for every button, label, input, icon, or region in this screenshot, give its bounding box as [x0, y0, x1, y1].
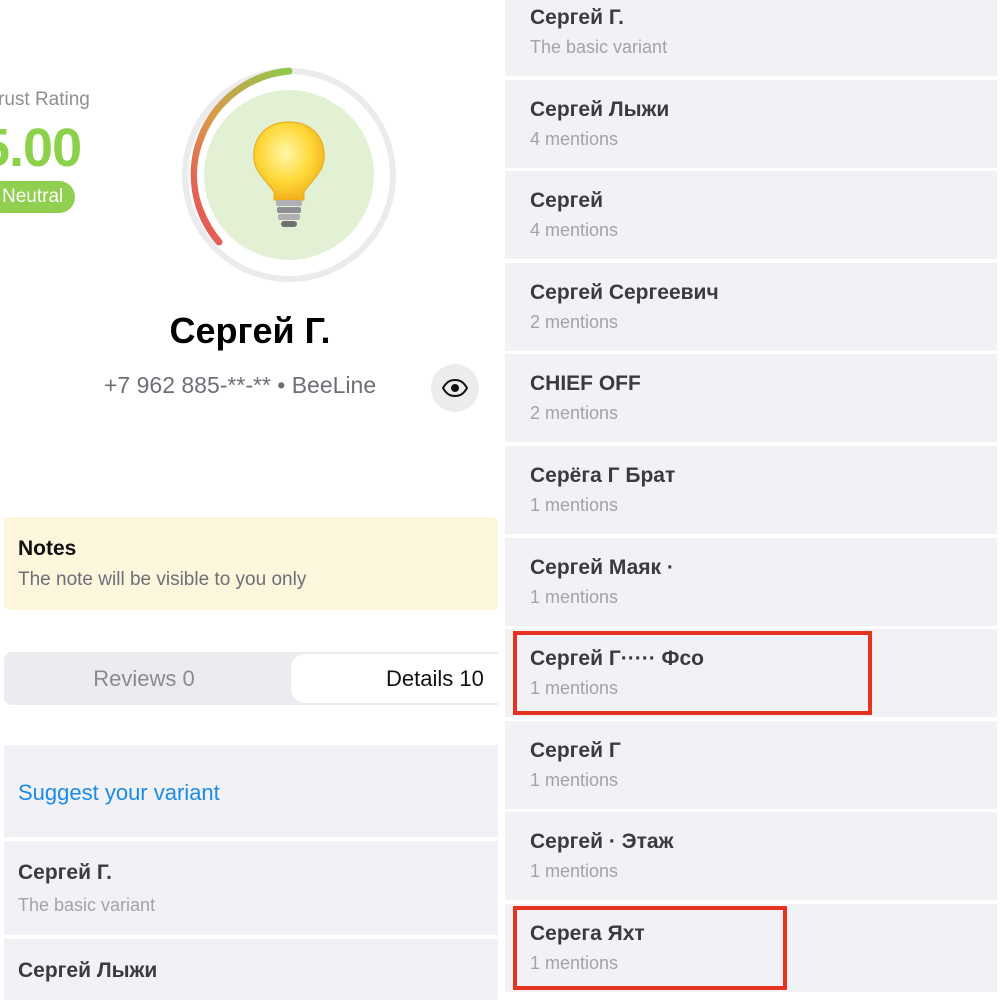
item-name: Серега Яхт [530, 922, 645, 945]
list-item[interactable]: Серёга Г Брат 1 mentions [505, 446, 997, 534]
item-name: Серёга Г Брат [530, 464, 676, 487]
status-badge: Neutral [0, 181, 76, 213]
phone-carrier: +7 962 885-**-** • BeeLine [104, 372, 377, 398]
notes-hint: The note will be visible to you only [18, 569, 307, 590]
item-subtitle: The basic variant [530, 37, 668, 57]
list-item[interactable]: Серега Яхт 1 mentions [505, 904, 997, 992]
tab-reviews[interactable]: Reviews 0 [4, 652, 284, 705]
item-name: Сергей Г····· Фсо [530, 647, 704, 670]
tab-details[interactable]: Details 10 [291, 654, 500, 703]
list-item[interactable]: Сергей Лыжи [4, 939, 498, 1000]
suggest-variant-row[interactable]: Suggest your variant [4, 745, 498, 837]
trust-rating-value: 5.00 [0, 118, 82, 178]
list-item[interactable]: Сергей Г. The basic variant [505, 0, 997, 76]
item-name: Сергей Сергеевич [530, 281, 719, 304]
item-name: Сергей [530, 189, 604, 212]
item-name: CHIEF OFF [530, 372, 641, 395]
item-subtitle: 1 mentions [530, 587, 619, 607]
trust-rating-label: rust Rating [0, 89, 90, 110]
item-subtitle: 1 mentions [530, 770, 619, 790]
item-subtitle: 1 mentions [530, 953, 619, 973]
profile-panel: rust Rating 5.00 Neutral Серг [0, 0, 500, 1000]
list-item[interactable]: Сергей 4 mentions [505, 171, 997, 259]
item-subtitle: 4 mentions [530, 220, 619, 240]
item-subtitle: 4 mentions [530, 129, 619, 149]
list-item[interactable]: Сергей Г····· Фсо 1 mentions [505, 629, 997, 717]
item-subtitle: 1 mentions [530, 678, 619, 698]
list-item[interactable]: Сергей Сергеевич 2 mentions [505, 263, 997, 351]
item-name: Сергей Г. [18, 861, 112, 884]
list-item[interactable]: Сергей Г 1 mentions [505, 721, 997, 809]
item-subtitle: 2 mentions [530, 403, 619, 423]
item-name: Сергей Г [530, 739, 621, 762]
notes-card[interactable]: Notes The note will be visible to you on… [4, 517, 498, 610]
item-name: Сергей Маяк · [530, 556, 674, 579]
item-subtitle: 1 mentions [530, 861, 619, 881]
list-item[interactable]: Сергей · Этаж 1 mentions [505, 812, 997, 900]
item-subtitle: 1 mentions [530, 495, 619, 515]
item-name: Сергей Лыжи [18, 959, 158, 982]
eye-icon [442, 379, 468, 397]
notes-title: Notes [18, 537, 77, 560]
item-name: Сергей · Этаж [530, 830, 674, 853]
item-name: Сергей Лыжи [530, 98, 670, 121]
item-subtitle: The basic variant [18, 895, 156, 915]
trust-gauge [182, 67, 396, 282]
item-name: Сергей Г. [530, 6, 624, 29]
reveal-number-button[interactable] [431, 364, 479, 412]
list-item[interactable]: CHIEF OFF 2 mentions [505, 354, 997, 442]
list-item[interactable]: Сергей Г. The basic variant [4, 841, 498, 935]
item-subtitle: 2 mentions [530, 312, 619, 332]
list-item[interactable]: Сергей Лыжи 4 mentions [505, 80, 997, 168]
tab-bar: Reviews 0 Details 10 [4, 652, 500, 705]
list-item[interactable]: Сергей Маяк · 1 mentions [505, 538, 997, 626]
suggest-variant-link[interactable]: Suggest your variant [18, 780, 220, 806]
contact-name: Сергей Г. [169, 310, 331, 351]
